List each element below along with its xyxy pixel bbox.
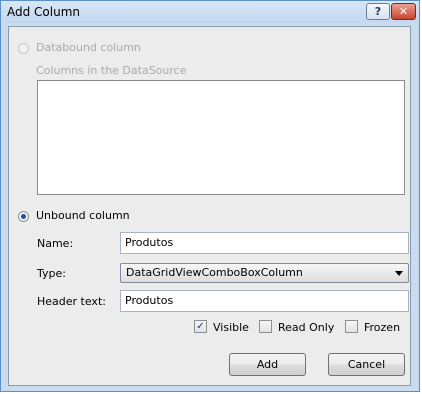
- help-button[interactable]: ?: [366, 3, 390, 20]
- visible-checkbox[interactable]: ✓: [194, 320, 207, 333]
- header-text-field[interactable]: Produtos: [120, 290, 409, 312]
- add-button[interactable]: Add: [229, 353, 306, 376]
- type-label: Type:: [37, 267, 66, 280]
- title-bar[interactable]: Add Column ? ✕: [1, 1, 419, 23]
- unbound-radio[interactable]: [18, 211, 29, 222]
- frozen-label: Frozen: [364, 321, 401, 334]
- databound-label: Databound column: [36, 41, 141, 54]
- dialog-body: Databound column Columns in the DataSour…: [8, 26, 411, 386]
- close-icon: ✕: [398, 5, 409, 18]
- readonly-checkbox[interactable]: [259, 320, 272, 333]
- type-select[interactable]: DataGridViewComboBoxColumn: [120, 263, 409, 283]
- cancel-button[interactable]: Cancel: [328, 353, 405, 376]
- unbound-label: Unbound column: [36, 209, 130, 222]
- chevron-down-icon: [395, 271, 403, 276]
- type-select-value: DataGridViewComboBoxColumn: [126, 266, 303, 279]
- columns-datasource-label: Columns in the DataSource: [36, 64, 187, 77]
- help-icon: ?: [374, 5, 382, 18]
- frozen-checkbox[interactable]: [345, 320, 358, 333]
- checkmark-icon: ✓: [196, 321, 205, 332]
- readonly-label: Read Only: [278, 321, 335, 334]
- close-button[interactable]: ✕: [391, 3, 416, 20]
- dialog-title: Add Column: [7, 5, 81, 19]
- name-field[interactable]: Produtos: [120, 232, 409, 254]
- add-column-dialog: Add Column ? ✕ Databound column Columns …: [0, 0, 420, 392]
- name-label: Name:: [37, 237, 74, 250]
- visible-label: Visible: [213, 321, 249, 334]
- header-text-label: Header text:: [37, 295, 106, 308]
- databound-radio[interactable]: [18, 43, 29, 54]
- datasource-columns-list[interactable]: [37, 80, 405, 195]
